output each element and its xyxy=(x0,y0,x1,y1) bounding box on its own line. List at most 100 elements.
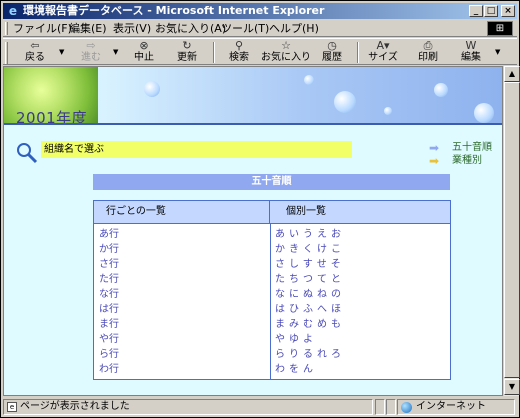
word-edit-icon: W xyxy=(465,39,477,52)
kana-links[interactable]: やゆよ xyxy=(275,332,317,347)
globe-icon xyxy=(401,402,412,413)
toolbar-separator xyxy=(357,42,359,63)
menu-edit[interactable]: 編集(E) xyxy=(69,22,107,35)
back-arrow-icon: ⇦ xyxy=(30,39,40,52)
back-dropdown-icon[interactable]: ▼ xyxy=(59,48,64,56)
edit-label: 編集 xyxy=(461,52,481,63)
menu-bar: ファイル(F) 編集(E) 表示(V) お気に入り(A) ツール(T) ヘルプ(… xyxy=(3,20,517,37)
refresh-button[interactable]: ↻ 更新 xyxy=(169,40,205,65)
scroll-thumb[interactable] xyxy=(504,82,520,378)
row-link[interactable]: や行 xyxy=(99,332,119,347)
text-size-icon: A▾ xyxy=(376,39,390,52)
kana-links[interactable]: はひふへほ xyxy=(275,302,345,317)
kana-links[interactable]: なにぬねの xyxy=(275,287,345,302)
row-link[interactable]: た行 xyxy=(99,272,119,287)
stop-label: 中止 xyxy=(134,52,154,63)
favorites-icon: ☆ xyxy=(281,39,291,52)
banner-divider xyxy=(4,123,502,125)
kana-index-table: 行ごとの一覧 個別一覧 あ行 か行 さ行 た行 な行 は行 ま行 や行 ら行 わ… xyxy=(93,200,451,380)
magnifier-icon xyxy=(17,143,38,164)
edit-button[interactable]: W 編集 xyxy=(455,40,487,65)
toolbar-grip xyxy=(5,42,8,64)
header-individual-list: 個別一覧 xyxy=(270,201,450,223)
toolbar-separator xyxy=(213,42,215,63)
header-banner: 2001年度 xyxy=(4,67,502,127)
kana-links[interactable]: わをん xyxy=(275,362,317,377)
back-button[interactable]: ⇦ 戻る xyxy=(15,40,55,65)
favorites-label: お気に入り xyxy=(261,52,311,63)
search-button[interactable]: ⚲ 検索 xyxy=(221,40,257,65)
vertical-scrollbar[interactable]: ▲ ▼ xyxy=(503,66,520,396)
water-drop xyxy=(434,83,448,97)
title-bar: e 環境報告書データベース - Microsoft Internet Explo… xyxy=(3,3,517,19)
ie-logo-icon: e xyxy=(8,4,18,18)
row-link[interactable]: あ行 xyxy=(99,227,119,242)
menu-file[interactable]: ファイル(F) xyxy=(13,22,72,35)
water-drop xyxy=(384,107,392,115)
kana-links[interactable]: まみむめも xyxy=(275,317,345,332)
forward-dropdown-icon[interactable]: ▼ xyxy=(113,48,118,56)
history-button[interactable]: ◷ 履歴 xyxy=(315,40,349,65)
row-link[interactable]: ま行 xyxy=(99,317,119,332)
row-link[interactable]: わ行 xyxy=(99,362,119,377)
edit-dropdown-icon[interactable]: ▼ xyxy=(495,48,500,56)
row-link[interactable]: さ行 xyxy=(99,257,119,272)
status-cell xyxy=(386,399,396,415)
favorites-button[interactable]: ☆ お気に入り xyxy=(261,40,311,65)
row-link[interactable]: な行 xyxy=(99,287,119,302)
water-drop xyxy=(304,75,314,85)
kana-links[interactable]: かきくけこ xyxy=(275,242,345,257)
arrow-icon: ➡ xyxy=(429,154,440,168)
close-button[interactable]: × xyxy=(501,5,515,17)
menu-view[interactable]: 表示(V) xyxy=(113,22,151,35)
kana-links[interactable]: あいうえお xyxy=(275,227,345,242)
scroll-up-arrow-icon[interactable]: ▲ xyxy=(504,66,520,82)
page-content: 2001年度 組織名で選ぶ ➡ 五十音順 ➡ 業種別 五十音順 行ごとの一覧 個… xyxy=(3,66,503,396)
print-button[interactable]: ⎙ 印刷 xyxy=(413,40,443,65)
kana-links[interactable]: たちつてと xyxy=(275,272,345,287)
header-row-list: 行ごとの一覧 xyxy=(94,201,270,223)
header-divider xyxy=(94,223,450,224)
scroll-down-arrow-icon[interactable]: ▼ xyxy=(504,379,520,395)
kana-links[interactable]: らりるれろ xyxy=(275,347,345,362)
history-label: 履歴 xyxy=(322,52,342,63)
forward-arrow-icon: ⇨ xyxy=(86,39,96,52)
back-label: 戻る xyxy=(25,52,45,63)
size-label: サイズ xyxy=(368,52,398,63)
kana-links[interactable]: さしすせそ xyxy=(275,257,345,272)
status-message: e ページが表示されました xyxy=(3,399,373,415)
window-title: 環境報告書データベース - Microsoft Internet Explore… xyxy=(23,4,325,17)
refresh-icon: ↻ xyxy=(182,39,192,52)
stop-icon: ⊗ xyxy=(139,39,149,52)
menu-help[interactable]: ヘルプ(H) xyxy=(269,22,319,35)
menu-favorites[interactable]: お気に入り(A) xyxy=(155,22,226,35)
stop-button[interactable]: ⊗ 中止 xyxy=(127,40,161,65)
search-toolbar-icon: ⚲ xyxy=(234,39,244,52)
windows-logo-icon: ⊞ xyxy=(487,21,513,36)
maximize-button[interactable]: □ xyxy=(484,5,498,17)
row-link[interactable]: は行 xyxy=(99,302,119,317)
row-link[interactable]: ら行 xyxy=(99,347,119,362)
minimize-button[interactable]: _ xyxy=(469,5,483,17)
search-label: 検索 xyxy=(229,52,249,63)
column-divider xyxy=(270,223,271,379)
search-by-organization-bar[interactable]: 組織名で選ぶ xyxy=(41,141,352,158)
status-bar: e ページが表示されました インターネット xyxy=(3,398,517,416)
menu-grip xyxy=(5,22,8,35)
nav-link-gojuon[interactable]: 五十音順 xyxy=(452,142,492,154)
toolbar: ⇦ 戻る ▼ ⇨ 進む ▼ ⊗ 中止 ↻ 更新 ⚲ 検索 ☆ お気に入り ◷ 履… xyxy=(3,38,517,65)
size-button[interactable]: A▾ サイズ xyxy=(365,40,401,65)
water-drop xyxy=(144,81,160,97)
zone-text: インターネット xyxy=(416,401,486,412)
refresh-label: 更新 xyxy=(177,52,197,63)
status-text: ページが表示されました xyxy=(20,401,130,412)
forward-button[interactable]: ⇨ 進む xyxy=(73,40,109,65)
printer-icon: ⎙ xyxy=(423,39,433,52)
history-icon: ◷ xyxy=(327,39,337,52)
forward-label: 進む xyxy=(81,52,101,63)
menu-tools[interactable]: ツール(T) xyxy=(221,22,269,35)
status-cell xyxy=(375,399,385,415)
security-zone: インターネット xyxy=(397,399,515,415)
row-link[interactable]: か行 xyxy=(99,242,119,257)
nav-link-industry[interactable]: 業種別 xyxy=(452,155,482,167)
